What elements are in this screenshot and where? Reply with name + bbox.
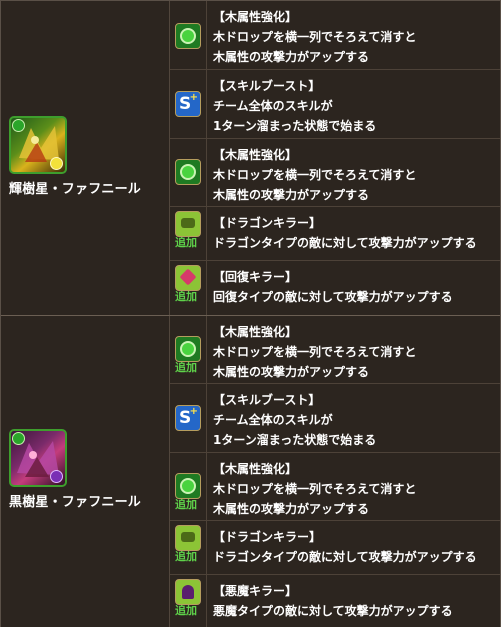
added-label: 追加 (175, 498, 197, 511)
monster-portrait[interactable] (9, 429, 67, 487)
awakening-title: 【スキルブースト】 (213, 79, 321, 93)
awakening-title: 【ドラゴンキラー】 (213, 216, 322, 230)
awakening-description: チーム全体のスキルが 1ターン溜まった状態で始まる (213, 413, 377, 447)
monster-cell: 輝樹星・ファフニール (1, 1, 170, 315)
awakening-description: 木ドロップを横一列でそろえて消すと 木属性の攻撃力がアップする (213, 345, 417, 379)
wood-row-enhance-icon[interactable] (175, 159, 201, 185)
awakening-description: チーム全体のスキルが 1ターン溜まった状態で始まる (213, 99, 377, 133)
wood-row-enhance-icon[interactable] (175, 336, 201, 362)
awakening-row: S + 【スキルブースト】 チーム全体のスキルが 1ターン溜まった状態で始まる (170, 70, 500, 139)
dark-attribute-icon (50, 470, 63, 483)
awakening-row: S + 【スキルブースト】 チーム全体のスキルが 1ターン溜まった状態で始まる (170, 384, 500, 453)
awakening-title: 【ドラゴンキラー】 (213, 530, 322, 544)
awakening-row: 【木属性強化】 木ドロップを横一列でそろえて消すと 木属性の攻撃力がアップする (170, 139, 500, 207)
awakening-row: 追加 【悪魔キラー】 悪魔タイプの敵に対して攻撃力がアップする (170, 575, 500, 627)
added-label: 追加 (175, 550, 197, 563)
awakening-description: ドラゴンタイプの敵に対して攻撃力がアップする (213, 550, 477, 564)
added-label: 追加 (175, 236, 197, 249)
awakening-title: 【木属性強化】 (213, 148, 298, 162)
added-label: 追加 (175, 290, 197, 303)
awakening-title: 【木属性強化】 (213, 325, 298, 339)
skill-boost-icon[interactable]: S + (175, 405, 201, 431)
skill-boost-icon[interactable]: S + (175, 91, 201, 117)
awakening-title: 【スキルブースト】 (213, 393, 321, 407)
awakening-row: 追加 【回復キラー】 回復タイプの敵に対して攻撃力がアップする (170, 261, 500, 315)
monster-cell: 黒樹星・ファフニール (1, 316, 170, 627)
awakening-title: 【回復キラー】 (213, 270, 298, 284)
wood-row-enhance-icon[interactable] (175, 23, 201, 49)
awakening-description: 木ドロップを横一列でそろえて消すと 木属性の攻撃力がアップする (213, 482, 417, 516)
added-label: 追加 (175, 361, 197, 374)
wood-attribute-icon (12, 119, 25, 132)
light-attribute-icon (50, 157, 63, 170)
awakening-description: 悪魔タイプの敵に対して攻撃力がアップする (213, 604, 453, 618)
monster-name: 黒樹星・ファフニール (9, 495, 142, 510)
awakening-description: ドラゴンタイプの敵に対して攻撃力がアップする (213, 236, 477, 250)
awakening-row: 【木属性強化】 木ドロップを横一列でそろえて消すと 木属性の攻撃力がアップする (170, 1, 500, 70)
awakening-description: 回復タイプの敵に対して攻撃力がアップする (213, 290, 453, 304)
monster-portrait[interactable] (9, 116, 67, 174)
wood-attribute-icon (12, 432, 25, 445)
dragon-killer-icon[interactable] (175, 211, 201, 237)
awakening-title: 【悪魔キラー】 (213, 584, 298, 598)
wood-row-enhance-icon[interactable] (175, 473, 201, 499)
healer-killer-icon[interactable] (175, 265, 201, 291)
awakening-row: 追加 【ドラゴンキラー】 ドラゴンタイプの敵に対して攻撃力がアップする (170, 521, 500, 575)
dragon-killer-icon[interactable] (175, 525, 201, 551)
awakening-row: 追加 【木属性強化】 木ドロップを横一列でそろえて消すと 木属性の攻撃力がアップ… (170, 453, 500, 521)
devil-killer-icon[interactable] (175, 579, 201, 605)
awakening-row: 追加 【ドラゴンキラー】 ドラゴンタイプの敵に対して攻撃力がアップする (170, 207, 500, 261)
awakening-description: 木ドロップを横一列でそろえて消すと 木属性の攻撃力がアップする (213, 168, 417, 202)
monster-name: 輝樹星・ファフニール (9, 182, 142, 197)
awakening-title: 【木属性強化】 (213, 462, 298, 476)
monster-group: 輝樹星・ファフニール 【木属性強化】 木ドロップを横一列でそろえて消すと 木属性… (1, 1, 500, 315)
awakening-table: 輝樹星・ファフニール 【木属性強化】 木ドロップを横一列でそろえて消すと 木属性… (0, 0, 501, 627)
monster-group: 黒樹星・ファフニール 追加 【木属性強化】 木ドロップを横一列でそろえて消すと … (1, 315, 500, 627)
awakening-row: 追加 【木属性強化】 木ドロップを横一列でそろえて消すと 木属性の攻撃力がアップ… (170, 316, 500, 384)
awakening-title: 【木属性強化】 (213, 10, 298, 24)
awakening-description: 木ドロップを横一列でそろえて消すと 木属性の攻撃力がアップする (213, 30, 417, 64)
added-label: 追加 (175, 604, 197, 617)
